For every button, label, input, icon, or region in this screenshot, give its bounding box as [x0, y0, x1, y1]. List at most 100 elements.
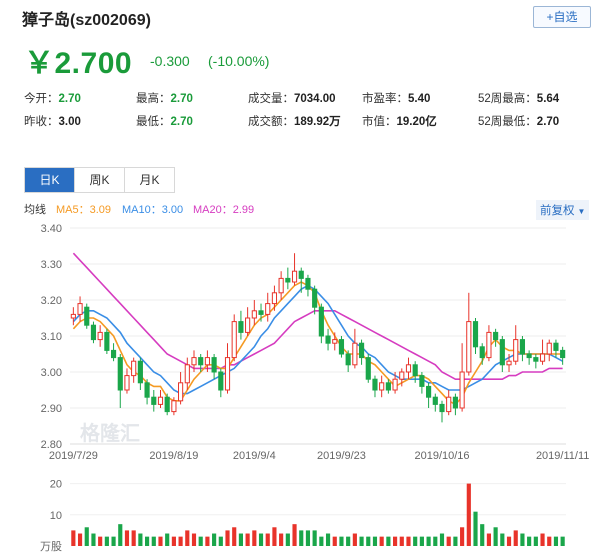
candle-body [365, 357, 371, 380]
candle-body [151, 396, 157, 405]
candle-body [358, 342, 365, 359]
volume-bar [399, 536, 404, 546]
volume-bar [238, 533, 243, 546]
volume-bar [460, 527, 465, 546]
volume-bar [553, 536, 559, 546]
volume-bar [419, 536, 424, 546]
volume-unit-label: 万股 [40, 540, 62, 553]
candle-body [553, 342, 559, 351]
volume-bar [198, 536, 203, 546]
volume-bar [466, 483, 471, 546]
watermark: 格隆汇 [80, 421, 140, 445]
candle-body [164, 396, 170, 413]
volume-bar [473, 511, 478, 546]
volume-bar [533, 536, 538, 546]
candle-body [224, 357, 231, 391]
volume-bar [480, 524, 485, 546]
volume-bar [406, 536, 411, 546]
candle-body [399, 371, 405, 380]
candle-body [137, 360, 143, 384]
candle-body [271, 292, 278, 305]
volume-bar [319, 536, 324, 546]
candle-body [419, 375, 425, 387]
candle-body [117, 357, 123, 391]
volume-bar [145, 536, 150, 546]
candle-body [312, 288, 318, 308]
volume-bar [185, 530, 190, 546]
candle-body [77, 303, 83, 315]
candle-body [466, 321, 472, 373]
candle-body [278, 277, 284, 294]
y-tick-label: 3.40 [41, 223, 62, 235]
candle-body [285, 277, 291, 283]
candle-body [345, 353, 351, 366]
candle-body [405, 364, 412, 373]
x-tick-label: 2019/10/16 [414, 450, 469, 462]
volume-bar [453, 536, 458, 546]
candle-body [432, 396, 438, 405]
candle-body [104, 331, 110, 351]
candle-body [392, 378, 398, 391]
candle-body [144, 382, 150, 398]
candle-body [291, 270, 298, 283]
volume-bar [486, 533, 491, 546]
candle-body [204, 357, 210, 366]
volume-bar [325, 533, 331, 546]
candle-body [446, 396, 452, 413]
volume-bar [513, 530, 518, 546]
volume-bar [118, 524, 123, 546]
volume-bar [426, 536, 431, 546]
candle-body [157, 396, 164, 405]
candle-body [198, 357, 204, 366]
volume-bar [84, 527, 89, 546]
candle-body [486, 331, 492, 359]
x-tick-label: 2019/9/4 [233, 450, 276, 462]
volume-bar [232, 527, 237, 546]
volume-bar [258, 533, 264, 546]
volume-bar [98, 536, 103, 546]
volume-bar [279, 533, 284, 546]
volume-bar [138, 533, 143, 546]
x-tick-label: 2019/11/11 [536, 450, 589, 462]
candle-body [372, 378, 378, 391]
candle-body [218, 371, 224, 391]
volume-bar [312, 530, 317, 546]
volume-bar [332, 536, 337, 546]
volume-bar [386, 536, 391, 546]
candle-body [265, 303, 271, 315]
candle-body [124, 375, 130, 391]
candle-body [526, 353, 532, 359]
volume-bar [493, 527, 498, 546]
candle-body [305, 277, 311, 290]
volume-bar [131, 530, 136, 546]
candle-body [412, 364, 418, 377]
candle-body [338, 339, 345, 355]
candle-body [506, 360, 512, 366]
volume-bar [151, 536, 156, 546]
volume-bar [520, 533, 525, 546]
kline-chart[interactable]: 3.403.303.203.103.002.902.80 格隆汇2019/7/29… [0, 0, 611, 555]
volume-bar [91, 533, 96, 546]
volume-bar [352, 533, 357, 546]
volume-bar [124, 530, 130, 546]
volume-bar [439, 533, 445, 546]
candle-body [298, 270, 304, 279]
candle-body [184, 364, 190, 384]
y-tick-label: 3.20 [41, 295, 62, 307]
candle-body [251, 310, 257, 319]
volume-bar [433, 536, 438, 546]
candle-body [110, 349, 117, 359]
candle-body [499, 339, 505, 366]
volume-bar [111, 536, 116, 546]
candle-body [325, 335, 331, 344]
volume-bar [272, 527, 277, 546]
candle-body [385, 382, 391, 391]
volume-bar [77, 533, 83, 546]
candle-body [258, 310, 264, 315]
candle-body [318, 306, 324, 337]
volume-bar [252, 530, 257, 546]
volume-bar [205, 536, 210, 546]
volume-bar [265, 533, 270, 546]
volume-bar [165, 533, 170, 546]
volume-bar [339, 536, 344, 546]
